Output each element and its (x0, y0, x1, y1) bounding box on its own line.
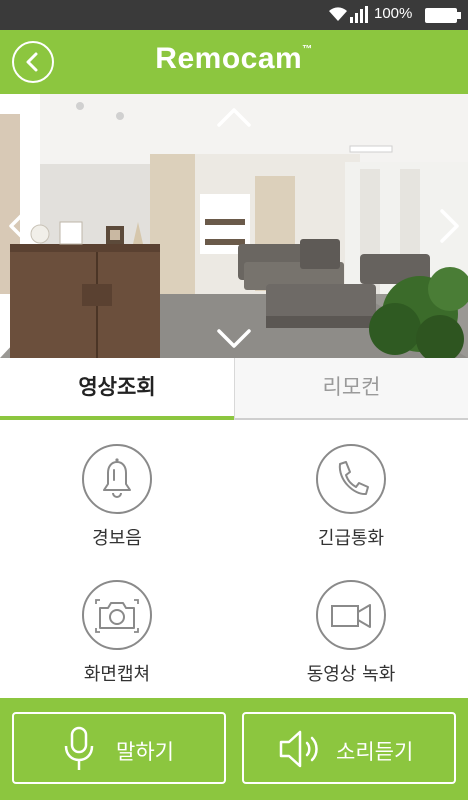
video-record-label: 동영상 녹화 (306, 664, 396, 685)
phone-icon (338, 461, 369, 496)
app-header: Remocam™ (0, 30, 468, 94)
emergency-call-circle (316, 444, 386, 514)
talk-label: 말하기 (116, 740, 174, 764)
tab-video-view[interactable]: 영상조회 (0, 358, 234, 420)
emergency-call-label: 긴급통화 (317, 528, 385, 549)
bell-icon (103, 458, 131, 498)
camera-live-view[interactable] (0, 94, 468, 358)
tab-bar: 영상조회 리모컨 (0, 358, 468, 420)
video-record-circle (316, 580, 386, 650)
wifi-icon (329, 7, 347, 21)
alarm-circle (82, 444, 152, 514)
alarm-label: 경보음 (92, 528, 142, 549)
active-tab-indicator (0, 416, 234, 420)
living-room-image (0, 94, 468, 358)
camera-icon (95, 599, 139, 633)
video-camera-icon (331, 604, 371, 628)
video-record-button[interactable]: 동영상 녹화 (234, 580, 468, 690)
trademark-symbol: ™ (302, 44, 313, 55)
tab-label: 영상조회 (78, 375, 156, 399)
signal-icon (350, 6, 368, 23)
emergency-call-button[interactable]: 긴급통화 (234, 444, 468, 554)
pan-left-button[interactable] (6, 208, 32, 244)
pan-right-button[interactable] (436, 208, 462, 244)
alarm-button[interactable]: 경보음 (0, 444, 234, 554)
screen-capture-button[interactable]: 화면캡쳐 (0, 580, 234, 690)
tab-divider (235, 418, 468, 420)
tab-remote-control[interactable]: 리모컨 (234, 358, 468, 420)
app-title: Remocam™ (155, 42, 313, 75)
pan-up-button[interactable] (216, 106, 252, 130)
speaker-icon (279, 730, 318, 768)
screen-capture-circle (82, 580, 152, 650)
talk-button[interactable]: 말하기 (12, 712, 226, 784)
listen-label: 소리듣기 (336, 740, 414, 764)
tab-label: 리모컨 (322, 375, 381, 399)
listen-button[interactable]: 소리듣기 (242, 712, 456, 784)
pan-down-button[interactable] (216, 326, 252, 350)
battery-icon (425, 8, 461, 23)
bottom-action-bar: 말하기 소리듣기 (0, 698, 468, 800)
status-bar: 100% (0, 0, 468, 30)
microphone-icon (64, 726, 94, 770)
screen-capture-label: 화면캡쳐 (83, 664, 151, 685)
battery-percentage: 100% (374, 5, 413, 22)
